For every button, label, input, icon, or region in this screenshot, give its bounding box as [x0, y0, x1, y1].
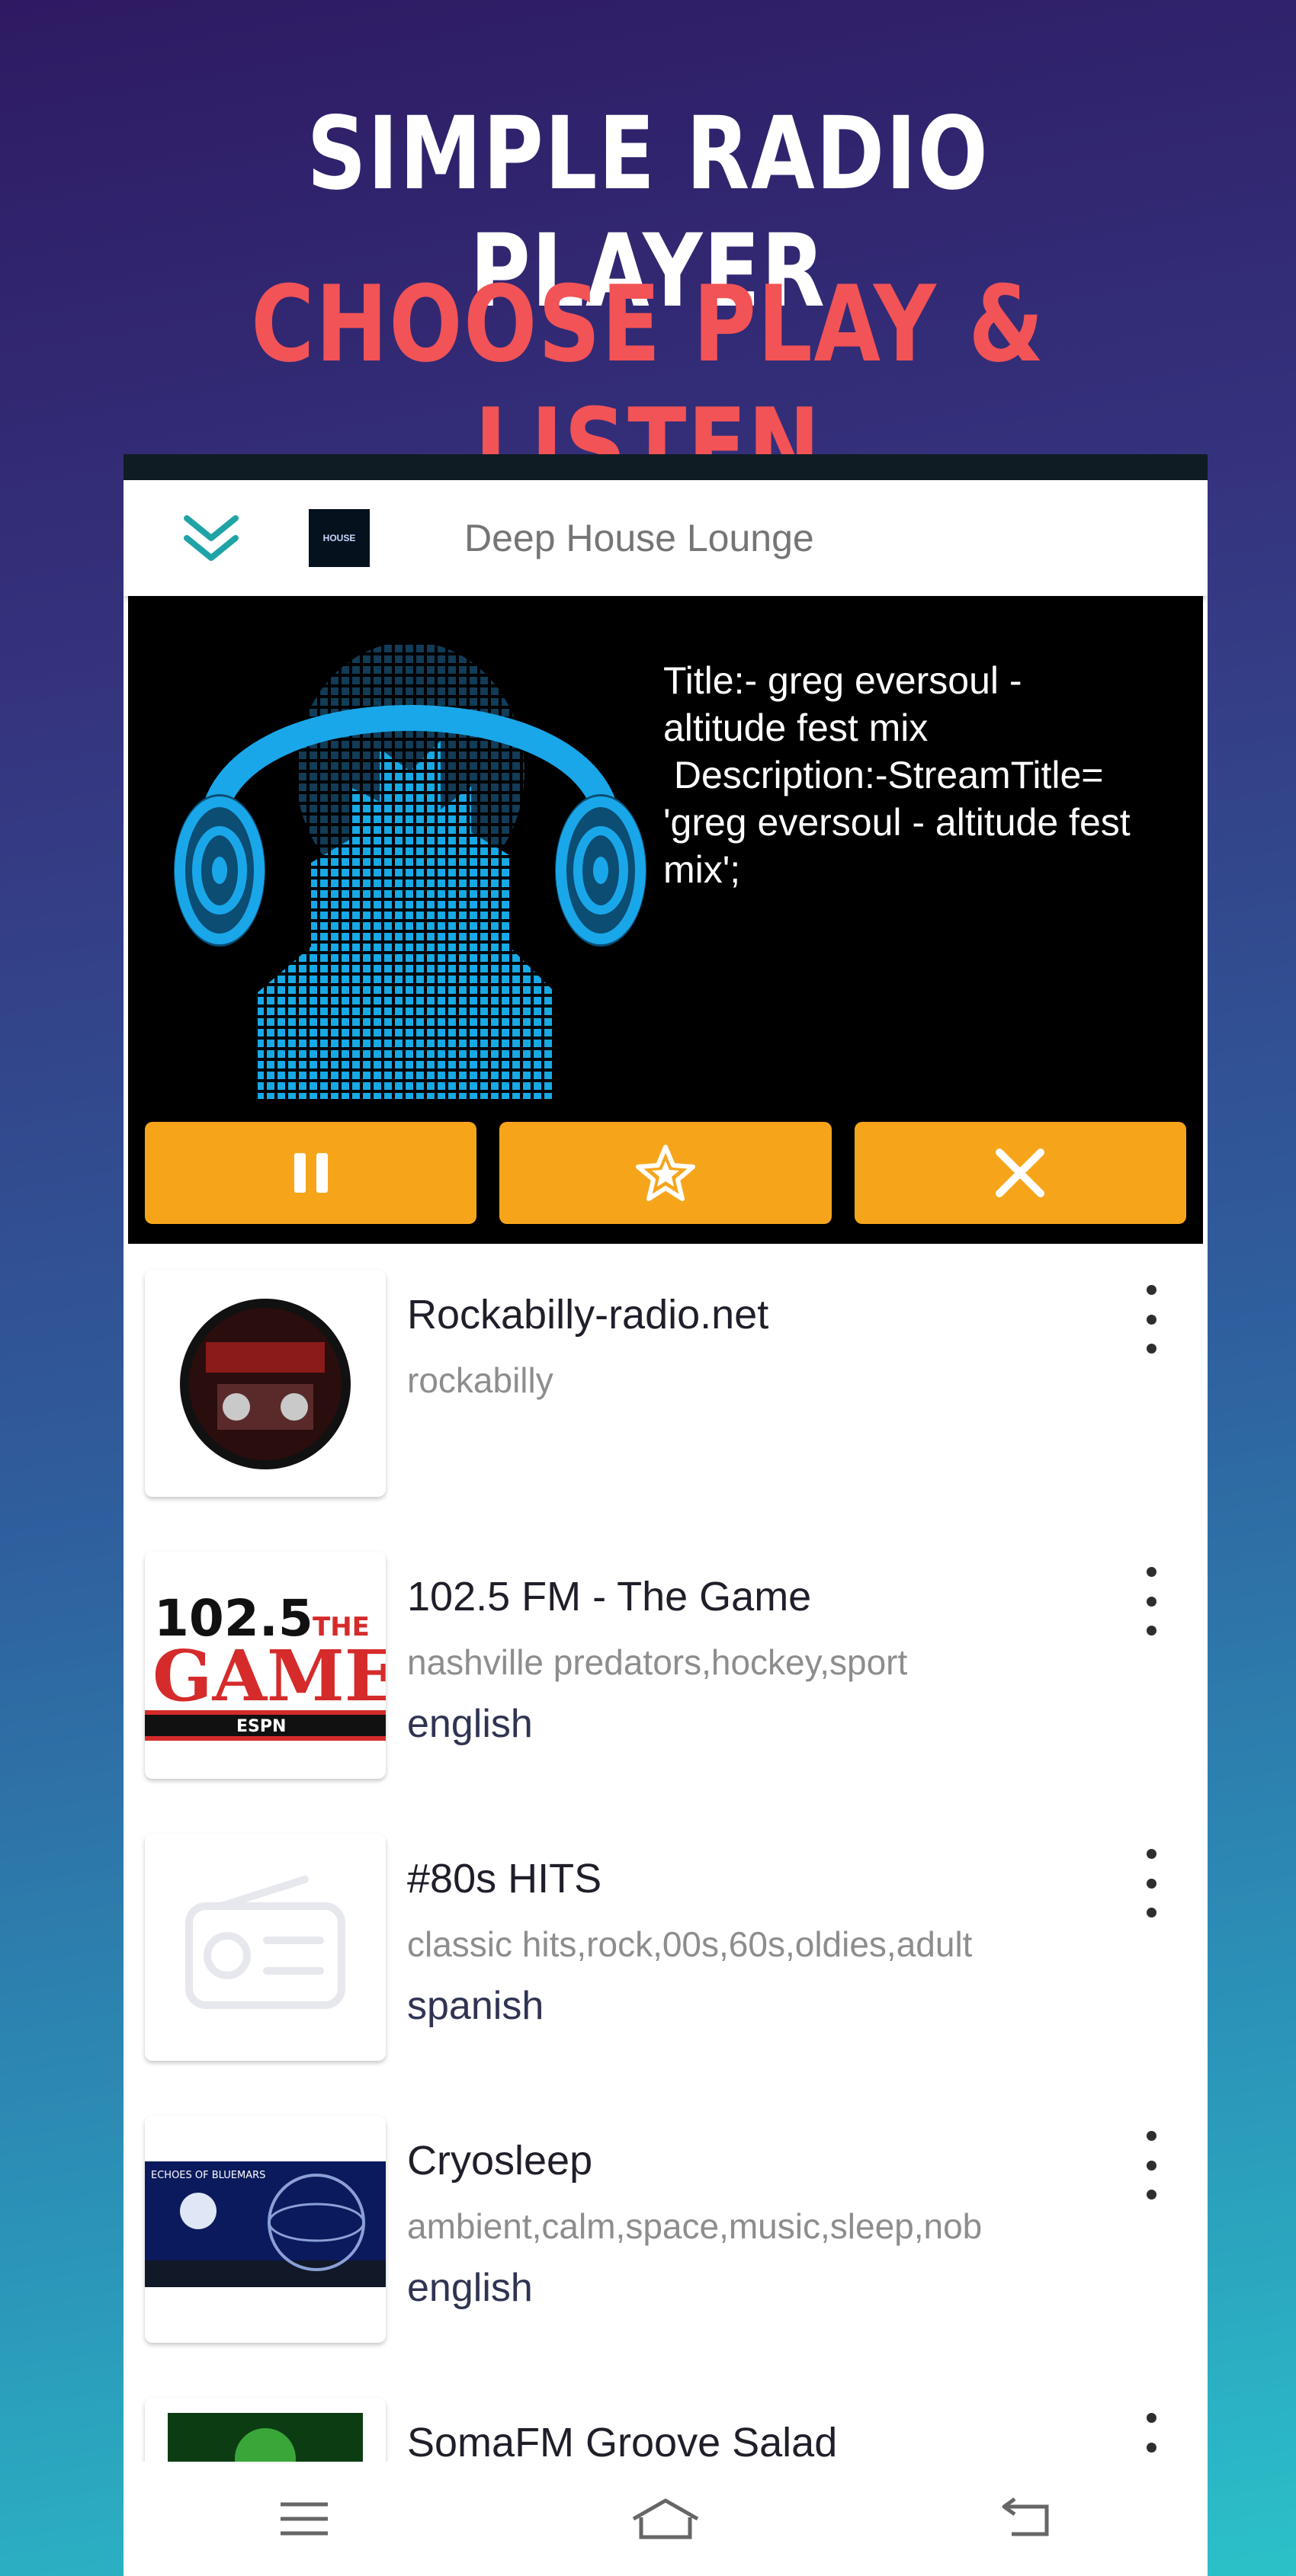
more-options-button[interactable] [1137, 1567, 1165, 1636]
now-playing-station-title: Deep House Lounge [464, 517, 814, 559]
station-tags: classic hits,rock,00s,60s,oldies,adult [407, 1924, 973, 1964]
station-list-item[interactable]: ECHOES OF BLUEMARS Cryosleep ambient,cal… [124, 2116, 1208, 2398]
more-vertical-icon [1146, 1849, 1156, 1859]
svg-text:ECHOES OF BLUEMARS: ECHOES OF BLUEMARS [151, 2170, 265, 2181]
now-playing-panel: Title:- greg eversoul - altitude fest mi… [128, 596, 1203, 1244]
close-player-button[interactable] [854, 1122, 1186, 1224]
station-thumbnail: 102.5 THE GAME ESPN [145, 1552, 386, 1779]
svg-text:ESPN: ESPN [236, 1717, 286, 1736]
home-button[interactable] [620, 2481, 711, 2557]
pause-icon [294, 1153, 328, 1193]
station-name: #80s HITS [407, 1856, 602, 1902]
station-logo: HOUSE [309, 509, 370, 567]
more-vertical-icon [1146, 2131, 1156, 2141]
station-language: spanish [407, 1984, 544, 2028]
back-button[interactable] [981, 2481, 1073, 2557]
app-bar: HOUSE Deep House Lounge [124, 480, 1208, 596]
double-chevron-down-icon [184, 515, 239, 561]
more-options-button[interactable] [1137, 2131, 1165, 2200]
now-playing-info: Title:- greg eversoul - altitude fest mi… [663, 657, 1189, 893]
home-icon [632, 2498, 699, 2539]
rockabilly-logo [180, 1299, 351, 1469]
station-list: Rockabilly-radio.net rockabilly 102.5 TH… [124, 1270, 1208, 2576]
more-vertical-icon [1146, 1285, 1156, 1295]
radio-placeholder-icon [185, 1876, 345, 2009]
star-icon [635, 1145, 695, 1201]
station-thumbnail: ECHOES OF BLUEMARS [145, 2116, 386, 2343]
favorite-button[interactable] [499, 1122, 832, 1224]
now-playing-line: mix'; [663, 848, 741, 891]
player-controls [145, 1122, 1186, 1224]
headphones-artwork [174, 642, 646, 1099]
collapse-player-button[interactable] [165, 492, 257, 584]
more-options-button[interactable] [1137, 1849, 1165, 1918]
more-vertical-icon [1146, 1567, 1156, 1577]
station-list-item[interactable]: 102.5 THE GAME ESPN 102.5 FM - The Game … [124, 1552, 1208, 1834]
station-name: Rockabilly-radio.net [407, 1292, 769, 1338]
station-name: 102.5 FM - The Game [407, 1574, 812, 1620]
station-thumbnail [145, 1834, 386, 2061]
now-playing-line: Title:- greg eversoul - [663, 659, 1022, 702]
station-name: SomaFM Groove Salad [407, 2420, 838, 2465]
now-playing-line: Description:-StreamTitle= [663, 754, 1104, 796]
station-tags: ambient,calm,space,music,sleep,nob [407, 2206, 983, 2246]
cryosleep-logo: ECHOES OF BLUEMARS [145, 2161, 386, 2287]
status-bar [124, 454, 1208, 480]
recent-apps-button[interactable] [258, 2481, 350, 2557]
station-name: Cryosleep [407, 2138, 593, 2184]
phone-screen: HOUSE Deep House Lounge Title:- greg eve… [124, 454, 1208, 2576]
back-icon [1002, 2497, 1049, 2536]
the-game-logo: 102.5 THE GAME ESPN [145, 1589, 386, 1741]
station-language: english [407, 2266, 533, 2310]
system-navigation-bar [124, 2462, 1208, 2576]
now-playing-line: 'greg eversoul - altitude fest [663, 801, 1131, 844]
pause-button[interactable] [145, 1122, 477, 1224]
station-list-item[interactable]: #80s HITS classic hits,rock,00s,60s,oldi… [124, 1834, 1208, 2116]
more-vertical-icon [1146, 2413, 1156, 2423]
close-icon [996, 1149, 1045, 1197]
station-tags: rockabilly [407, 1360, 553, 1400]
station-list-item[interactable]: Rockabilly-radio.net rockabilly [124, 1270, 1208, 1552]
now-playing-line: altitude fest mix [663, 706, 929, 749]
menu-lines-icon [281, 2502, 328, 2536]
station-language: english [407, 1702, 533, 1746]
svg-text:GAME: GAME [152, 1635, 386, 1717]
more-options-button[interactable] [1137, 1285, 1165, 1354]
station-tags: nashville predators,hockey,sport [407, 1642, 908, 1682]
station-thumbnail [145, 1270, 386, 1497]
